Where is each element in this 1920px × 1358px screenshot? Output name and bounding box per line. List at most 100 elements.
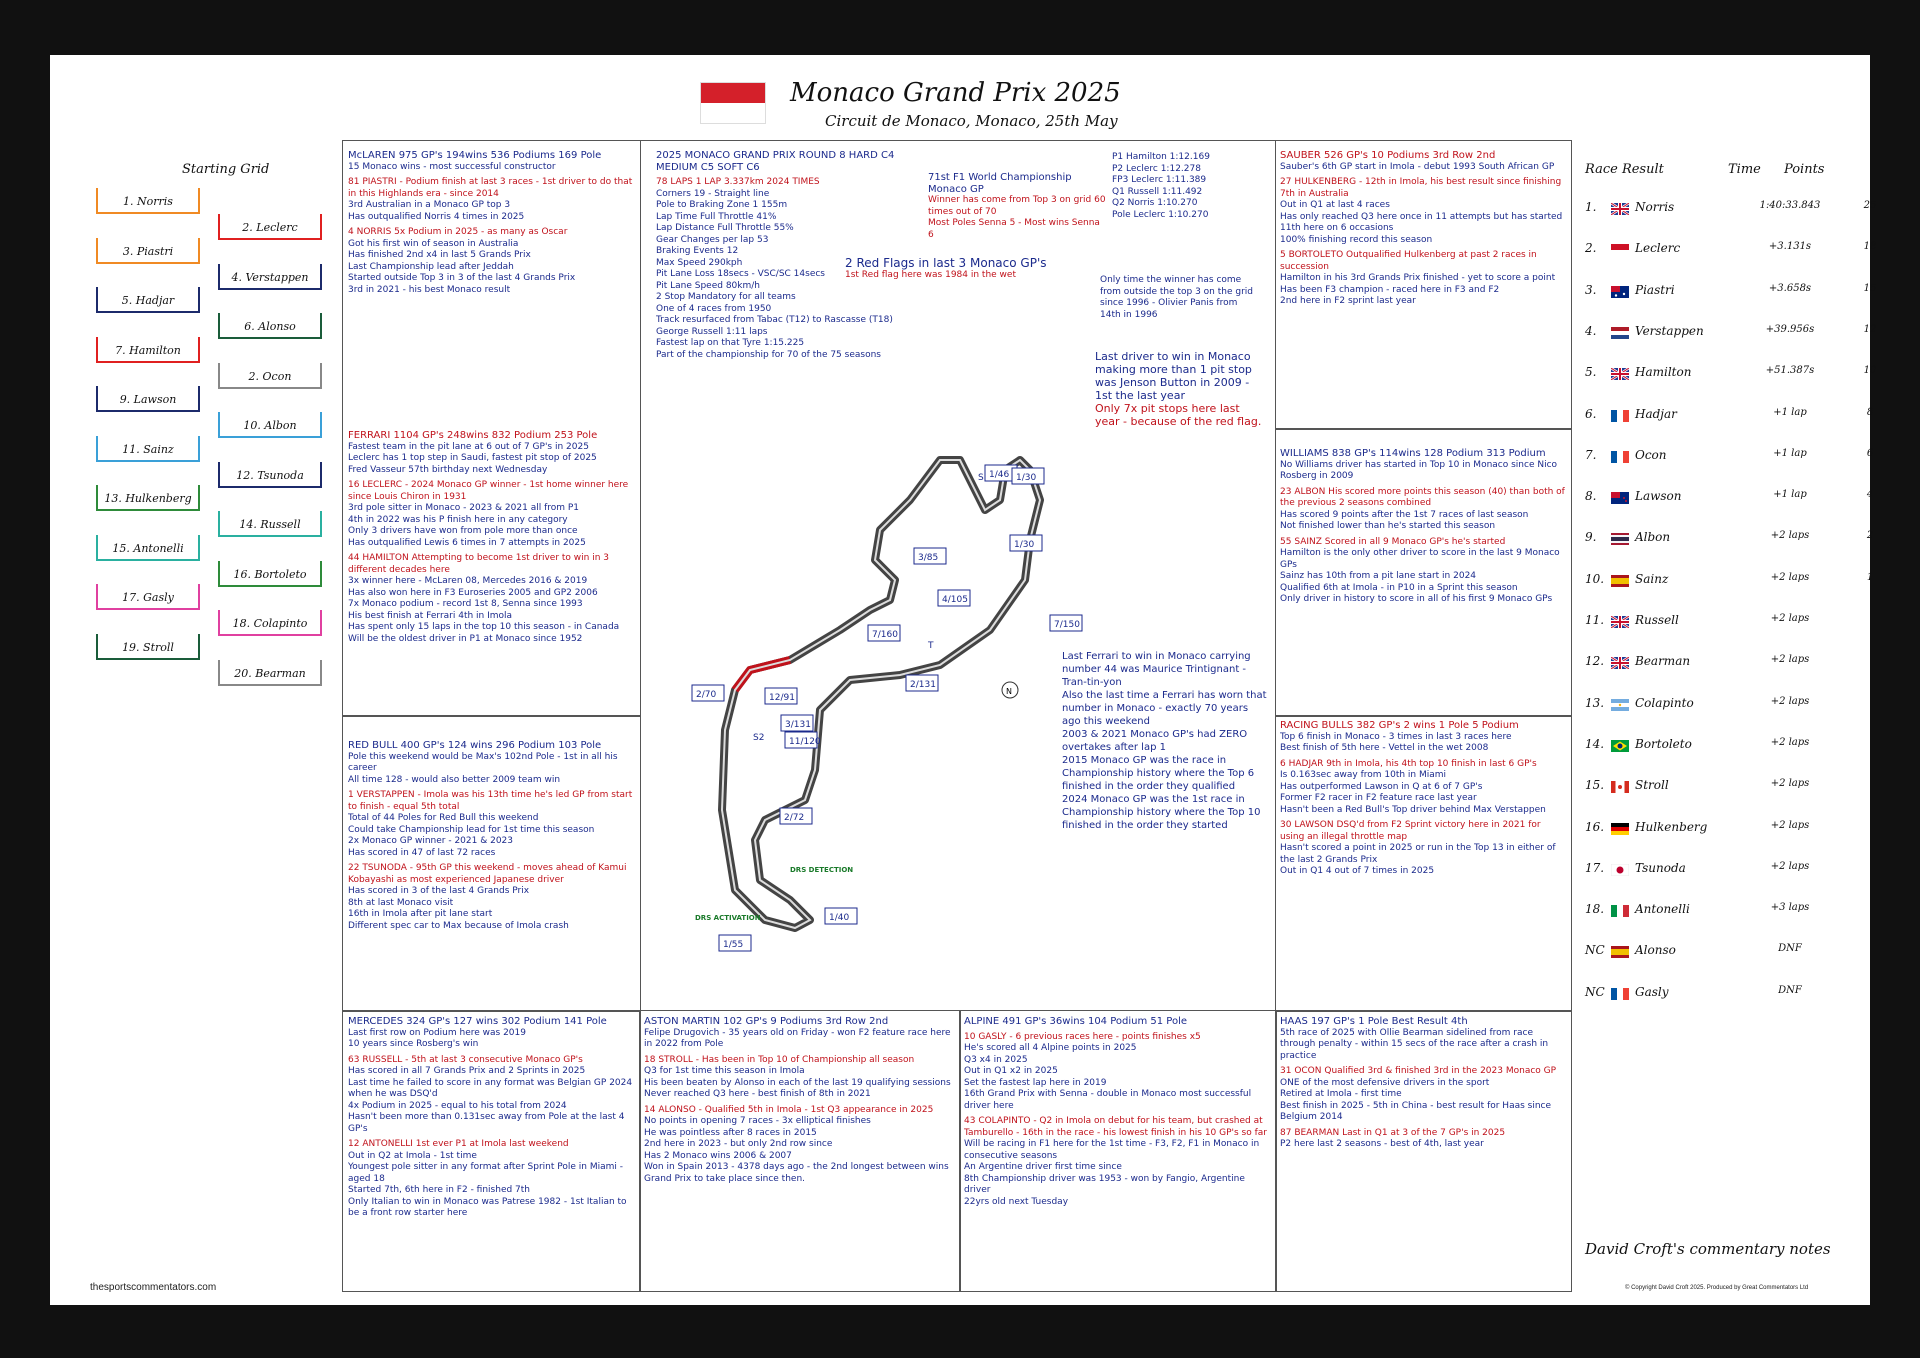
note-line: 15 Monaco wins - most successful constru… xyxy=(348,161,556,172)
note-line: Pole Leclerc 1:10.270 xyxy=(1112,209,1209,220)
grid-slot: 9. Lawson xyxy=(96,386,200,412)
note-line: Set the fastest lap here in 2019 xyxy=(964,1077,1107,1088)
note-line: Has scored 9 points after the 1st 7 race… xyxy=(1280,509,1529,520)
note-line: Started outside Top 3 in 3 of the last 4… xyxy=(348,273,576,283)
mercedes-heading: MERCEDES 324 GP's 127 wins 302 Podium 14… xyxy=(348,1016,607,1027)
note-line: Not finished lower than he's started thi… xyxy=(1280,521,1496,531)
result-driver: Gasly xyxy=(1635,984,1669,999)
times-2024-lines: P1 Hamilton 1:12.169 P2 Leclerc 1:12.278 F… xyxy=(1112,152,1262,221)
grid-slot: 7. Hamilton xyxy=(96,336,200,363)
note-line: Has only reached Q3 here once in 11 atte… xyxy=(1280,211,1563,234)
note-line: 22 TSUNODA - 95th GP this weekend - move… xyxy=(348,863,627,885)
note-line: 16 LECLERC - 2024 Monaco GP winner - 1st… xyxy=(348,480,629,502)
track-label-s2: S2 xyxy=(753,733,764,743)
notes-only-time: Only time the winner has come from outsi… xyxy=(1100,275,1253,320)
notes-astonmartin: ASTON MARTIN 102 GP's 9 Podiums 3rd Row … xyxy=(644,1016,954,1286)
note-line: Grand Prix to take place since then. xyxy=(644,1173,806,1184)
racingbulls-lines: Top 6 finish in Monaco - 3 times in last… xyxy=(1280,732,1565,878)
result-driver: Ocon xyxy=(1635,447,1667,462)
note-line: Will be racing in F1 here for the 1st ti… xyxy=(964,1139,1260,1161)
corner-time-label: 1/46 xyxy=(989,470,1009,480)
astonmartin-lines: Felipe Drugovich - 35 years old on Frida… xyxy=(644,1028,954,1186)
note-line: Best finish in 2025 - 5th in China - bes… xyxy=(1280,1100,1552,1123)
notes-red-flags: 2 Red Flags in last 3 Monaco GP's 1st Re… xyxy=(845,258,1095,298)
result-driver: Hadjar xyxy=(1635,406,1677,421)
note-line: Track resurfaced from Tabac (T12) to Ras… xyxy=(656,315,893,325)
note-line: George Russell 1:11 laps xyxy=(656,326,768,337)
note-line: Has also won here in F3 Euroseries 2005 … xyxy=(348,587,598,598)
race-result-row: 1. Norris 1:40:33.843 25 xyxy=(1585,200,1885,220)
note-line: 12 ANTONELLI 1st ever P1 at Imola last w… xyxy=(348,1139,569,1149)
race-result-row: 6. Hadjar +1 lap 8 xyxy=(1585,407,1885,427)
corner-time-label: 7/160 xyxy=(872,630,898,640)
note-line: Has spent only 15 laps in the top 10 thi… xyxy=(348,622,620,632)
notes-2024-times: P1 Hamilton 1:12.169 P2 Leclerc 1:12.278 F… xyxy=(1112,152,1262,252)
notes-haas: HAAS 197 GP's 1 Pole Best Result 4th 5th… xyxy=(1280,1016,1565,1286)
wc-lines: Winner has come from Top 3 on grid 60 ti… xyxy=(928,195,1108,241)
note-line: Out in Q1 at last 4 races xyxy=(1280,200,1390,210)
note-line: Top 6 finish in Monaco - 3 times in last… xyxy=(1280,731,1512,742)
page-subtitle: Circuit de Monaco, Monaco, 25th May xyxy=(825,112,1118,130)
notes-redbull: RED BULL 400 GP's 124 wins 296 Podium 10… xyxy=(348,740,635,1005)
note-line: 3rd pole sitter in Monaco - 2023 & 2021 … xyxy=(348,503,580,513)
result-driver: Tsunoda xyxy=(1635,860,1686,875)
grid-slot: 16. Bortoleto xyxy=(218,560,322,587)
redbull-heading: RED BULL 400 GP's 124 wins 296 Podium 10… xyxy=(348,740,602,751)
ferrari-heading: FERRARI 1104 GP's 248wins 832 Podium 253… xyxy=(348,430,598,441)
note-line: Has 2 Monaco wins 2006 & 2007 xyxy=(644,1150,792,1161)
note-line: Only 3 drivers have won from pole more t… xyxy=(348,526,578,536)
corner-time-label: 4/105 xyxy=(942,595,968,605)
note-line: 63 RUSSELL - 5th at last 3 consecutive M… xyxy=(348,1054,583,1065)
result-driver: Norris xyxy=(1635,200,1675,214)
notes-mclaren: McLAREN 975 GP's 194wins 536 Podiums 169… xyxy=(348,150,635,422)
note-line: 16th in Imola after pit lane start xyxy=(348,909,493,919)
note-line: Has outqualified Norris 4 times in 2025 xyxy=(348,211,525,222)
corner-time-label: 1/30 xyxy=(1016,473,1036,483)
gb-flag-icon xyxy=(1611,616,1629,628)
note-line: 10 years since Rosberg's win xyxy=(348,1039,479,1049)
note-line: Won in Spain 2013 - 4378 days ago - the … xyxy=(644,1162,949,1172)
ca-flag-icon xyxy=(1611,781,1629,794)
note-line: 5th race of 2025 with Ollie Bearman side… xyxy=(1280,1027,1549,1061)
note-line: Hamilton is the only other driver to sco… xyxy=(1280,548,1560,570)
gb-flag-icon xyxy=(1611,657,1629,670)
result-driver: Antonelli xyxy=(1635,902,1690,917)
note-line: Fastest lap on that Tyre 1:15.225 xyxy=(656,338,805,348)
note-line: 8th at last Monaco visit xyxy=(348,897,454,908)
footer-website: thesportscommentators.com xyxy=(90,1282,217,1293)
grid-slot: 19. Stroll xyxy=(96,633,200,660)
result-driver: Leclerc xyxy=(1635,241,1681,256)
race-result-row: 9. Albon +2 laps 2 xyxy=(1585,530,1885,550)
result-time: +2 laps xyxy=(1770,654,1810,666)
note-line: Part of the championship for 70 of the 7… xyxy=(656,349,881,360)
note-line: Hasn't been a Red Bull's Top driver behi… xyxy=(1280,804,1546,815)
result-driver: Sainz xyxy=(1635,571,1669,586)
note-line: 31 OCON Qualified 3rd & finished 3rd in … xyxy=(1280,1066,1557,1076)
note-line: 2nd here in 2023 - but only 2nd row sinc… xyxy=(644,1139,833,1149)
note-line: 78 LAPS 1 LAP 3.337km 2024 TIMES xyxy=(656,177,820,187)
fr-flag-icon xyxy=(1611,450,1629,463)
it-flag-icon xyxy=(1611,905,1629,918)
grid-slot: 2. Leclerc xyxy=(218,214,322,240)
note-line: Fastest team in the pit lane at 6 out of… xyxy=(348,441,589,452)
result-time: 1:40:33.843 xyxy=(1759,200,1821,211)
note-line: Q2 Norris 1:10.270 xyxy=(1112,198,1198,208)
grid-slot: 10. Albon xyxy=(218,412,322,438)
nl-flag-icon xyxy=(1611,326,1629,339)
result-points: 8 xyxy=(1866,406,1874,418)
note-line: Last first row on Podium here was 2019 xyxy=(348,1027,526,1038)
note-line: Only Italian to win in Monaco was Patres… xyxy=(348,1196,627,1219)
note-line: Pole this weekend would be Max's 102nd P… xyxy=(348,751,618,774)
corner-time-label: 11/120 xyxy=(789,737,821,747)
sauber-lines: Sauber's 6th GP start in Imola - debut 1… xyxy=(1280,162,1565,308)
note-line: Different spec car to Max because of Imo… xyxy=(348,920,569,931)
monaco-track-map: S1 S2 T DRS DETECTION DRS ACTIVATION 1/4… xyxy=(691,456,1083,952)
result-driver: Hulkenberg xyxy=(1635,819,1708,834)
corner-time-label: 2/72 xyxy=(784,813,804,823)
note-line: Q1 Russell 1:11.492 xyxy=(1112,186,1203,197)
race-result-heading: Race Result xyxy=(1585,162,1664,177)
grid-slot: 6. Alonso xyxy=(218,313,322,339)
result-points: 18 xyxy=(1863,241,1877,253)
gb-flag-icon xyxy=(1611,368,1629,381)
race-result-row: 12. Bearman +2 laps xyxy=(1585,654,1885,674)
